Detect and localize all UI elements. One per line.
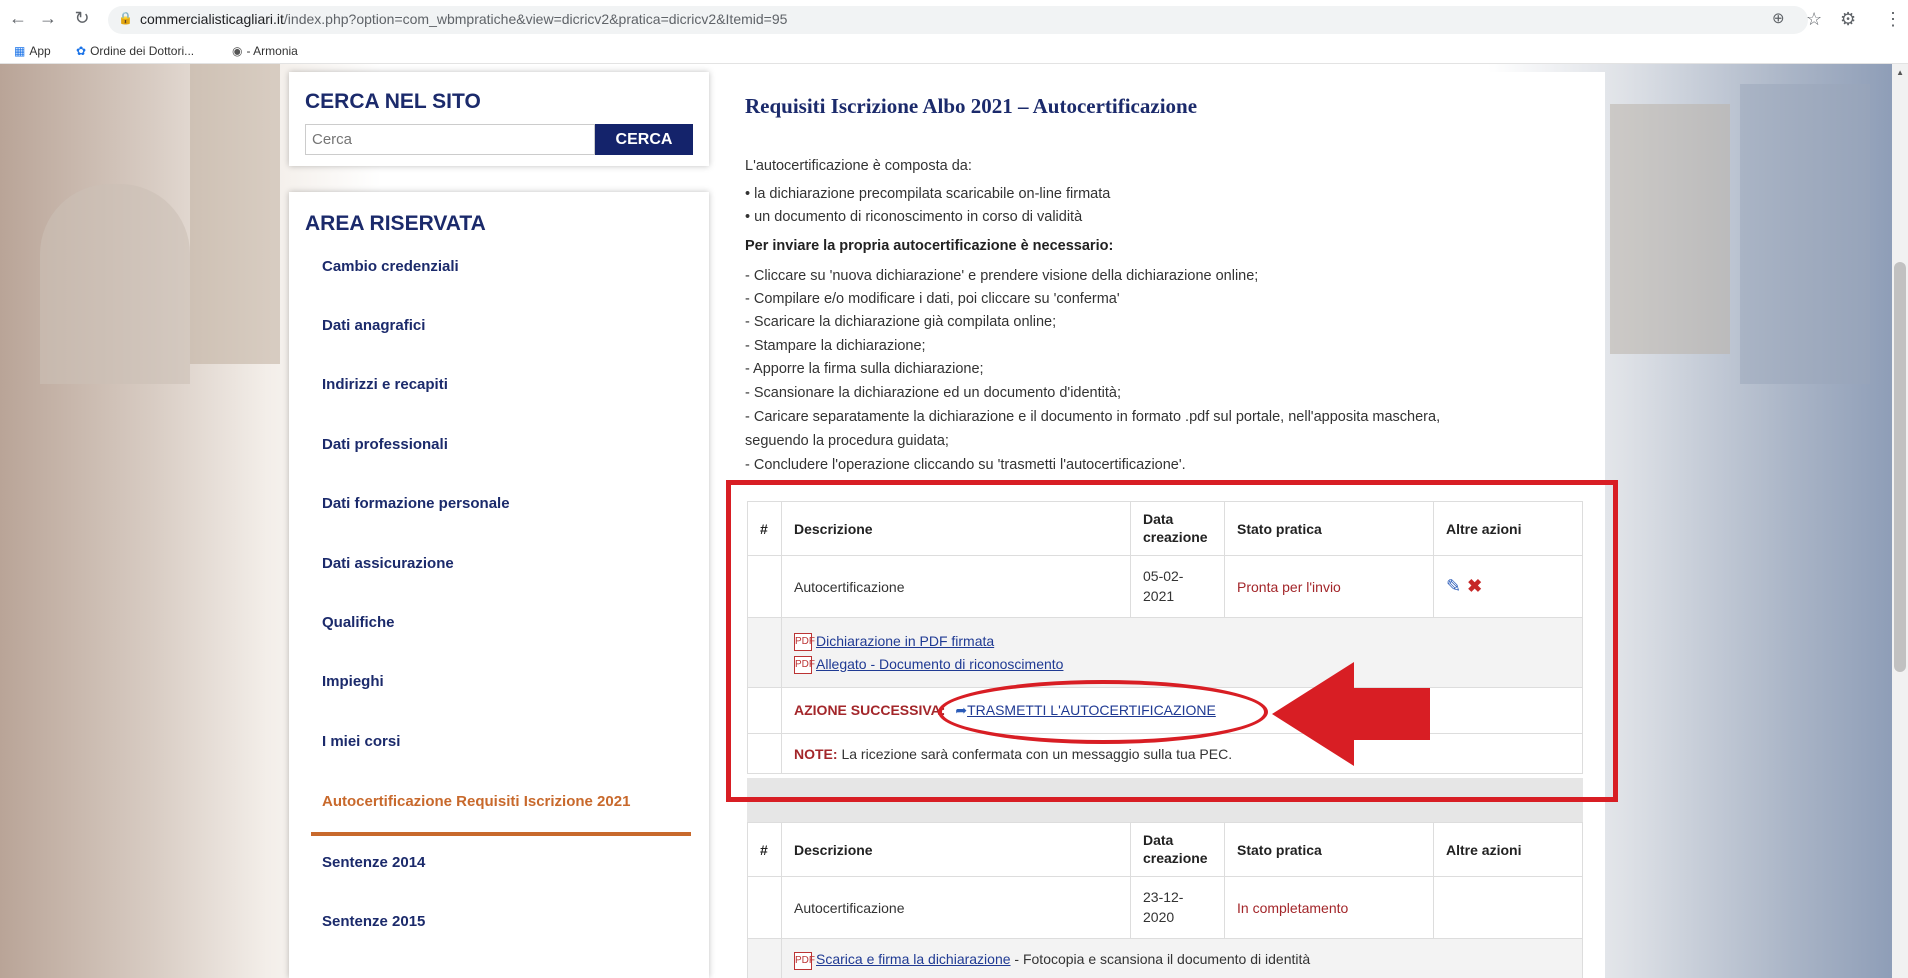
back-arrow-icon[interactable]: ← (6, 8, 30, 29)
active-item-indicator (311, 832, 691, 836)
scrollbar-thumb[interactable] (1894, 262, 1906, 672)
menu-item-miei-corsi[interactable]: I miei corsi (322, 733, 400, 750)
cell-files: PDFScarica e firma la dichiarazione - Fo… (781, 938, 1583, 978)
col-date-line1: Data (1143, 832, 1174, 848)
menu-item-sentenze-2015[interactable]: Sentenze 2015 (322, 913, 425, 930)
bookmark-label: Ordine dei Dottori... (90, 44, 195, 58)
col-status: Stato pratica (1224, 822, 1434, 877)
step-item: - Cliccare su 'nuova dichiarazione' e pr… (745, 268, 1259, 284)
star-icon[interactable]: ☆ (1806, 9, 1822, 30)
bg-building (1740, 84, 1870, 384)
scroll-up-icon[interactable]: ▲ (1896, 68, 1904, 77)
bookmark-armonia[interactable]: ◉ - Armonia (232, 44, 298, 58)
globe-icon: ◉ (232, 44, 243, 58)
page-title: Requisiti Iscrizione Albo 2021 – Autocer… (745, 94, 1198, 118)
menu-kebab-icon[interactable]: ⋮ (1884, 9, 1902, 30)
step-item: - Scansionare la dichiarazione ed un doc… (745, 385, 1121, 401)
search-title: CERCA NEL SITO (305, 90, 481, 113)
url-text[interactable]: commercialisticagliari.it/index.php?opti… (140, 11, 787, 27)
annotation-arrow-icon (1272, 662, 1430, 766)
menu-item-dati-formazione[interactable]: Dati formazione personale (322, 495, 510, 512)
cell-actions (1433, 876, 1583, 939)
link-scarica-dichiarazione[interactable]: Scarica e firma la dichiarazione (816, 951, 1011, 967)
col-desc: Descrizione (781, 822, 1131, 877)
table-row-files: PDFScarica e firma la dichiarazione - Fo… (747, 938, 1583, 978)
step-item: - Stampare la dichiarazione; (745, 338, 926, 354)
step-item: - Compilare e/o modificare i dati, poi c… (745, 291, 1120, 307)
reload-icon[interactable]: ↻ (70, 8, 94, 29)
cell-num (747, 938, 782, 978)
bookmark-apps[interactable]: ▦ App (14, 44, 51, 58)
table-header-row: # Descrizione Data creazione Stato pratic… (747, 822, 1583, 877)
cell-num (747, 876, 782, 939)
bookmark-label: App (29, 44, 51, 58)
annotation-highlight-oval (938, 680, 1268, 744)
zoom-icon[interactable]: ⊕ (1772, 9, 1785, 27)
bookmark-label: - Armonia (246, 44, 298, 58)
bg-dome (40, 184, 190, 384)
files-note: - Fotocopia e scansiona il documento di … (1010, 951, 1311, 968)
step-item: - Caricare separatamente la dichiarazion… (745, 409, 1441, 425)
step-item: - Concludere l'operazione cliccando su '… (745, 457, 1186, 473)
cell-date-line2: 2020 (1143, 908, 1175, 925)
cell-date: 23-12- 2020 (1130, 876, 1225, 939)
apps-grid-icon: ▦ (14, 44, 26, 58)
col-actions: Altre azioni (1433, 822, 1583, 877)
col-date: Data creazione (1130, 822, 1225, 877)
address-row: ← → ↻ 🔒 commercialisticagliari.it/index.… (0, 0, 1908, 40)
bookmark-ordine[interactable]: ✿ Ordine dei Dottori... (76, 44, 194, 58)
menu-item-indirizzi-recapiti[interactable]: Indirizzi e recapiti (322, 376, 448, 393)
cell-desc: Autocertificazione (781, 876, 1131, 939)
forward-arrow-icon[interactable]: → (36, 8, 60, 29)
bookmarks-bar: ▦ App ✿ Ordine dei Dottori... ◉ - Armonia (0, 42, 1908, 64)
search-button[interactable]: CERCA (595, 124, 693, 155)
menu-item-autocertificazione[interactable]: Autocertificazione Requisiti Iscrizione … (322, 793, 630, 810)
annotation-highlight-box (726, 480, 1618, 802)
menu-item-qualifiche[interactable]: Qualifiche (322, 614, 395, 631)
search-input[interactable] (305, 124, 595, 155)
menu-item-impieghi[interactable]: Impieghi (322, 673, 384, 690)
table-row: Autocertificazione 23-12- 2020 In complet… (747, 876, 1583, 939)
menu-item-sentenze-2014[interactable]: Sentenze 2014 (322, 854, 425, 871)
extension-icon[interactable]: ⚙ (1840, 9, 1856, 30)
lock-icon: 🔒 (118, 11, 133, 25)
menu-item-dati-anagrafici[interactable]: Dati anagrafici (322, 317, 425, 334)
pdf-icon: PDF (794, 951, 815, 970)
menu-item-dati-assicurazione[interactable]: Dati assicurazione (322, 555, 454, 572)
url-domain: commercialisticagliari.it (140, 11, 284, 27)
search-panel: CERCA NEL SITO CERCA (289, 72, 709, 166)
intro-text: L'autocertificazione è composta da: (745, 158, 972, 174)
area-title: AREA RISERVATA (305, 212, 486, 235)
status-badge: In completamento (1224, 876, 1434, 939)
cell-date-line1: 23-12- (1143, 888, 1184, 905)
bullet-item: • la dichiarazione precompilata scaricab… (745, 186, 1111, 202)
bg-building (190, 64, 280, 364)
col-num: # (747, 822, 782, 877)
bg-building (1610, 104, 1730, 354)
pratiche-table-2: # Descrizione Data creazione Stato pratic… (747, 822, 1583, 978)
steps-title: Per inviare la propria autocertificazion… (745, 238, 1114, 254)
url-path: /index.php?option=com_wbmpratiche&view=d… (283, 11, 788, 27)
globe-icon: ✿ (76, 44, 87, 58)
menu-item-dati-professionali[interactable]: Dati professionali (322, 436, 448, 453)
area-riservata-panel: AREA RISERVATA Cambio credenziali Dati a… (289, 192, 709, 978)
step-item: seguendo la procedura guidata; (745, 433, 949, 449)
step-item: - Apporre la firma sulla dichiarazione; (745, 361, 984, 377)
bullet-item: • un documento di riconoscimento in cors… (745, 209, 1083, 225)
browser-chrome: ← → ↻ 🔒 commercialisticagliari.it/index.… (0, 0, 1908, 64)
step-item: - Scaricare la dichiarazione già compila… (745, 314, 1057, 330)
col-date-line2: creazione (1143, 849, 1208, 866)
menu-item-cambio-credenziali[interactable]: Cambio credenziali (322, 258, 459, 275)
